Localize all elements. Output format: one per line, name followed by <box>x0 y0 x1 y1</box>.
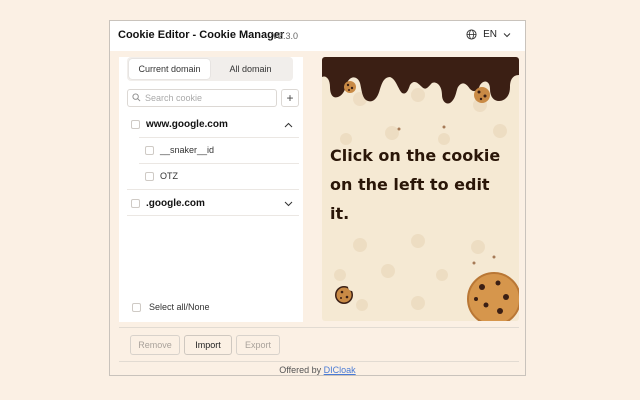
app-window: Cookie Editor - Cookie Manager V2.3.0 EN… <box>109 20 526 376</box>
select-all-bar: Select all/None <box>119 293 303 321</box>
cookie-name: __snaker__id <box>160 145 215 155</box>
footer-text: Offered by <box>279 365 322 375</box>
domain-checkbox[interactable] <box>131 119 140 129</box>
tab-current-domain[interactable]: Current domain <box>129 59 210 79</box>
cookie-list-panel: Current domain All domain + www.google.c… <box>119 57 303 322</box>
search-input[interactable] <box>145 93 265 103</box>
cookie-row[interactable]: __snaker__id <box>119 137 303 163</box>
divider <box>119 361 519 362</box>
instruction-message: Click on the cookie on the left to edit … <box>330 146 501 223</box>
cookie-checkbox[interactable] <box>145 145 154 155</box>
chevron-up-icon[interactable] <box>284 120 293 131</box>
cookie-row[interactable]: OTZ <box>119 163 303 189</box>
domain-row[interactable]: www.google.com <box>119 111 303 137</box>
cookie-name: OTZ <box>160 171 178 181</box>
language-selector[interactable]: EN <box>466 29 511 40</box>
remove-button[interactable]: Remove <box>130 335 180 355</box>
domain-name: .google.com <box>146 197 205 209</box>
search-icon <box>132 89 141 107</box>
language-label: EN <box>483 29 497 40</box>
chevron-down-icon <box>503 32 511 38</box>
domain-name: www.google.com <box>146 118 228 130</box>
footer: Offered by DICloak <box>110 365 525 375</box>
app-title: Cookie Editor - Cookie Manager <box>118 29 285 41</box>
search-box <box>127 89 277 107</box>
divider <box>119 327 519 328</box>
add-cookie-button[interactable]: + <box>281 89 299 107</box>
import-button[interactable]: Import <box>184 335 232 355</box>
domain-tabs: Current domain All domain <box>127 57 293 81</box>
select-all-checkbox[interactable] <box>132 302 141 312</box>
divider <box>127 215 299 216</box>
domain-checkbox[interactable] <box>131 198 140 208</box>
select-all-label: Select all/None <box>149 302 210 312</box>
tab-all-domain[interactable]: All domain <box>210 59 291 79</box>
domain-row[interactable]: .google.com <box>119 190 303 216</box>
globe-icon <box>466 29 477 40</box>
chevron-down-icon[interactable] <box>284 199 293 210</box>
cookie-illustration: Click on the cookie on the left to edit … <box>322 57 519 321</box>
app-version: V2.3.0 <box>272 31 299 41</box>
export-button[interactable]: Export <box>236 335 280 355</box>
dicloak-link[interactable]: DICloak <box>324 365 356 375</box>
cookie-checkbox[interactable] <box>145 171 154 181</box>
title-bar: Cookie Editor - Cookie Manager V2.3.0 EN <box>110 21 525 51</box>
